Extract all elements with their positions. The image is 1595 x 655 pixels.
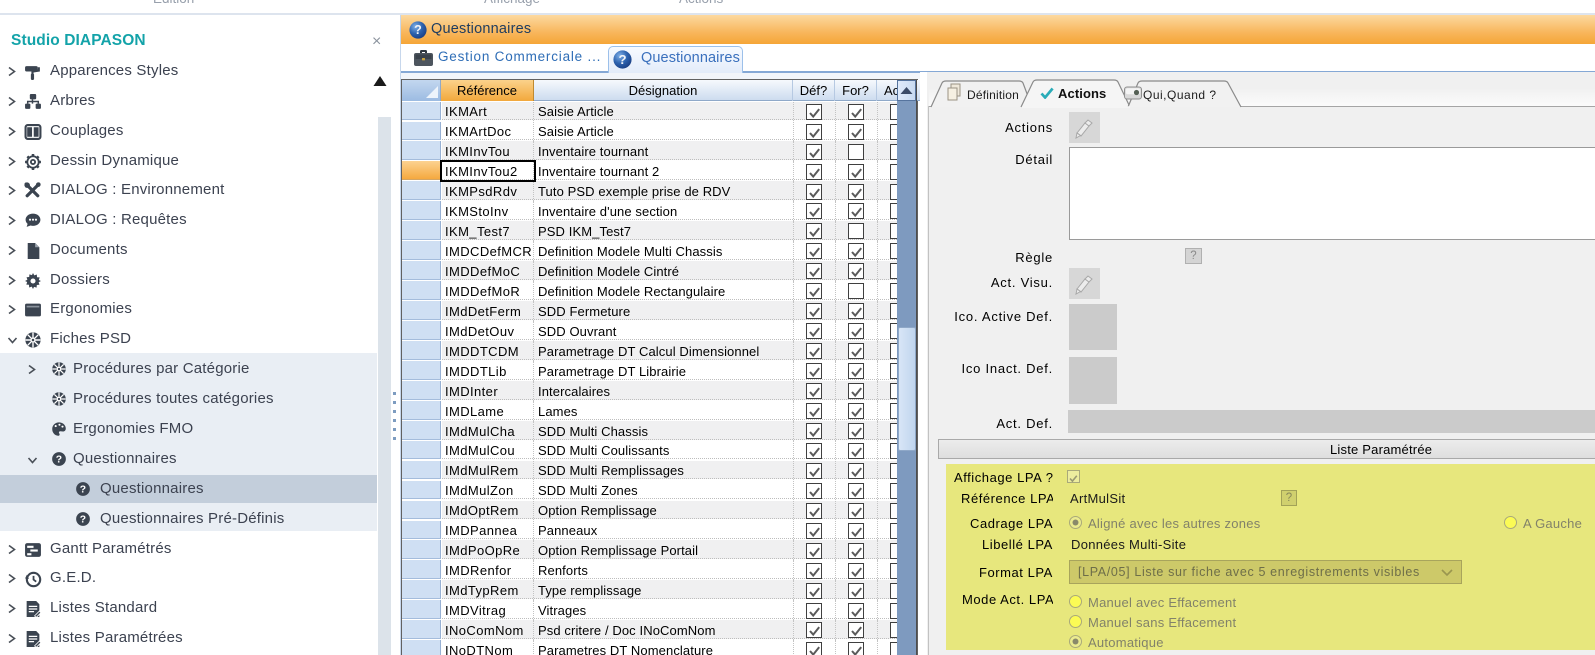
svg-text:?: ? — [618, 52, 626, 67]
svg-text:?: ? — [80, 485, 87, 496]
svg-text:?: ? — [414, 23, 422, 37]
svg-text:?: ? — [56, 455, 63, 466]
svg-text:?: ? — [80, 515, 87, 526]
